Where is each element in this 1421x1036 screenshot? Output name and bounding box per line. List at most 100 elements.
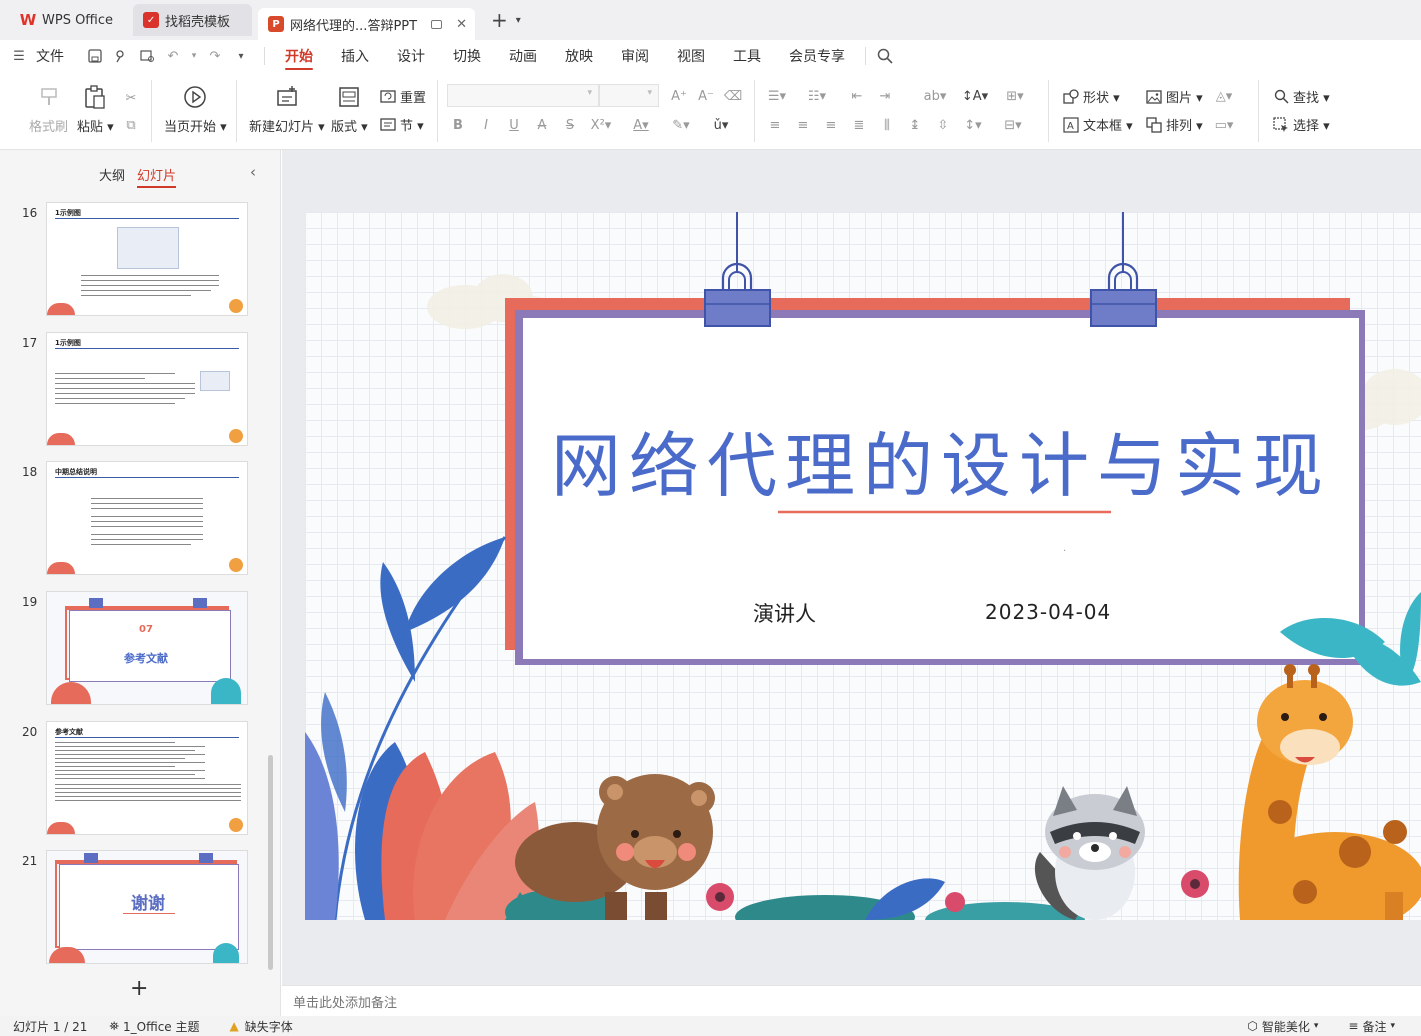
tab-tools[interactable]: 工具 xyxy=(733,40,761,72)
text-direction-icon[interactable]: ab▾ xyxy=(924,87,947,105)
theme-name[interactable]: 1_Office 主题 xyxy=(123,1018,199,1035)
slide-thumbnail-16[interactable]: 1示例图 xyxy=(46,202,248,316)
tab-outline[interactable]: 大纲 xyxy=(99,165,125,184)
distribute-icon[interactable]: ⫼ xyxy=(878,116,896,134)
slide-editor[interactable]: 网络代理的设计与实现 · 演讲人 2023-04-04 xyxy=(305,212,1421,920)
wps-logo-icon: W xyxy=(19,11,37,29)
slide-thumbnail-19[interactable]: 07 参考文献 xyxy=(46,591,248,705)
format-painter-button[interactable]: 格式刷 xyxy=(29,84,68,135)
align-right-icon[interactable]: ≡ xyxy=(822,116,840,134)
undo-chevron-icon[interactable]: ▾ xyxy=(190,48,198,64)
textbox-button[interactable]: A 文本框 ▾ xyxy=(1062,115,1133,134)
bullets-icon[interactable]: ☰▾ xyxy=(768,87,786,105)
clear-format-icon[interactable]: ⌫ xyxy=(724,87,742,105)
underline-icon[interactable]: U xyxy=(505,116,523,134)
slide-thumbnail-18[interactable]: 中期总结说明 xyxy=(46,461,248,575)
align-left-icon[interactable]: ≡ xyxy=(766,116,784,134)
slide-thumbnail-20[interactable]: 参考文献 xyxy=(46,721,248,835)
slide-thumbnail-21[interactable]: 谢谢 xyxy=(46,850,248,964)
close-tab-icon[interactable]: ✕ xyxy=(456,17,467,32)
tab-transitions[interactable]: 切换 xyxy=(453,40,481,72)
convert-smartart-icon[interactable]: ⊞▾ xyxy=(1006,87,1024,105)
outline-icon[interactable]: ▭▾ xyxy=(1215,116,1234,134)
fill-icon[interactable]: ◬▾ xyxy=(1215,87,1233,105)
tab-template[interactable]: ✓ 找稻壳模板 xyxy=(133,4,253,36)
section-button[interactable]: 节 ▾ xyxy=(379,115,424,134)
line-height-icon[interactable]: ↕▾ xyxy=(964,116,982,134)
shape-button[interactable]: 形状 ▾ xyxy=(1062,87,1120,106)
presenter-label[interactable]: 演讲人 xyxy=(753,598,816,628)
decrease-indent-icon[interactable]: ⇤ xyxy=(848,87,866,105)
redo-icon[interactable]: ↷ xyxy=(206,48,224,64)
beautify-chevron-icon[interactable]: ▾ xyxy=(1314,1021,1319,1031)
notes-pane[interactable]: 单击此处添加备注 xyxy=(282,985,1421,1016)
layout-button[interactable]: 版式 ▾ xyxy=(331,84,368,135)
tab-animations[interactable]: 动画 xyxy=(509,40,537,72)
reset-button[interactable]: 重置 xyxy=(379,87,426,106)
file-menu[interactable]: 文件 xyxy=(36,46,64,66)
play-from-current-button[interactable]: 当页开始 ▾ xyxy=(164,84,227,135)
tab-wps-office[interactable]: W WPS Office xyxy=(10,4,123,36)
add-slide-button[interactable]: + xyxy=(130,976,148,1001)
align-center-icon[interactable]: ≡ xyxy=(794,116,812,134)
tab-design[interactable]: 设计 xyxy=(397,40,425,72)
find-button[interactable]: 查找 ▾ xyxy=(1272,87,1330,106)
select-icon xyxy=(1272,116,1290,134)
export-icon[interactable] xyxy=(112,48,130,64)
slide-date[interactable]: 2023-04-04 xyxy=(985,600,1111,624)
slide-thumbnail-17[interactable]: 1示例图 xyxy=(46,332,248,446)
tab-presentation[interactable]: P 网络代理的...答辩PPT ✕ xyxy=(258,8,475,40)
italic-icon[interactable]: I xyxy=(477,116,495,134)
window-mode-icon[interactable] xyxy=(431,19,443,29)
notes-chevron-icon[interactable]: ▾ xyxy=(1390,1021,1395,1031)
font-color-icon[interactable]: A▾ xyxy=(632,116,650,134)
phonetic-icon[interactable]: ǔ▾ xyxy=(712,116,730,134)
select-button[interactable]: 选择 ▾ xyxy=(1272,115,1330,134)
undo-icon[interactable]: ↶ xyxy=(164,48,182,64)
columns-icon[interactable]: ⇳ xyxy=(934,116,952,134)
tab-slideshow[interactable]: 放映 xyxy=(565,40,593,72)
tab-membership[interactable]: 会员专享 xyxy=(789,40,845,72)
tab-insert[interactable]: 插入 xyxy=(341,40,369,72)
new-slide-button[interactable]: 新建幻灯片 ▾ xyxy=(249,84,325,135)
thumbnail-scrollbar[interactable] xyxy=(268,755,273,970)
missing-font-button[interactable]: 缺失字体 xyxy=(245,1018,293,1035)
superscript-icon[interactable]: X²▾ xyxy=(591,116,612,134)
new-tab-icon[interactable]: + xyxy=(491,8,508,32)
arrange-button[interactable]: 排列 ▾ xyxy=(1145,115,1203,134)
tab-view[interactable]: 视图 xyxy=(677,40,705,72)
picture-button[interactable]: 图片 ▾ xyxy=(1145,87,1203,106)
search-icon[interactable] xyxy=(876,48,894,64)
slide-dot: · xyxy=(1063,546,1067,557)
copy-icon[interactable]: ⧉ xyxy=(122,116,140,134)
tab-home[interactable]: 开始 xyxy=(285,40,313,72)
cut-icon[interactable]: ✂ xyxy=(122,89,140,107)
line-spacing-icon[interactable]: ↕A▾ xyxy=(962,87,988,105)
customize-chevron-icon[interactable]: ▾ xyxy=(232,48,250,64)
increase-indent-icon[interactable]: ⇥ xyxy=(876,87,894,105)
justify-icon[interactable]: ≣ xyxy=(850,116,868,134)
font-size-select[interactable]: ▾ xyxy=(599,84,659,107)
paragraph-spacing-icon[interactable]: ↨ xyxy=(906,116,924,134)
highlight-icon[interactable]: ✎▾ xyxy=(672,116,690,134)
strikethrough-icon[interactable]: A xyxy=(533,116,551,134)
tab-review[interactable]: 审阅 xyxy=(621,40,649,72)
bold-icon[interactable]: B xyxy=(449,116,467,134)
notes-button[interactable]: 备注 xyxy=(1362,1018,1386,1035)
tab-slides[interactable]: 幻灯片 xyxy=(137,165,177,188)
font-name-select[interactable]: ▾ xyxy=(447,84,599,107)
reset-icon xyxy=(379,88,397,106)
vertical-align-icon[interactable]: ⊟▾ xyxy=(1004,116,1022,134)
numbering-icon[interactable]: ☷▾ xyxy=(808,87,826,105)
paste-button[interactable]: 粘贴 ▾ xyxy=(77,84,114,135)
slide-title[interactable]: 网络代理的设计与实现 xyxy=(523,410,1359,511)
save-icon[interactable] xyxy=(86,48,104,64)
smart-beautify-button[interactable]: 智能美化 xyxy=(1262,1018,1310,1035)
tab-list-chevron-icon[interactable]: ▾ xyxy=(516,15,521,26)
increase-font-icon[interactable]: A⁺ xyxy=(670,87,688,105)
hamburger-icon[interactable]: ☰ xyxy=(10,48,28,64)
print-preview-icon[interactable] xyxy=(138,48,156,64)
collapse-panel-icon[interactable]: ‹ xyxy=(250,163,256,181)
shadow-icon[interactable]: S xyxy=(561,116,579,134)
decrease-font-icon[interactable]: A⁻ xyxy=(697,87,715,105)
